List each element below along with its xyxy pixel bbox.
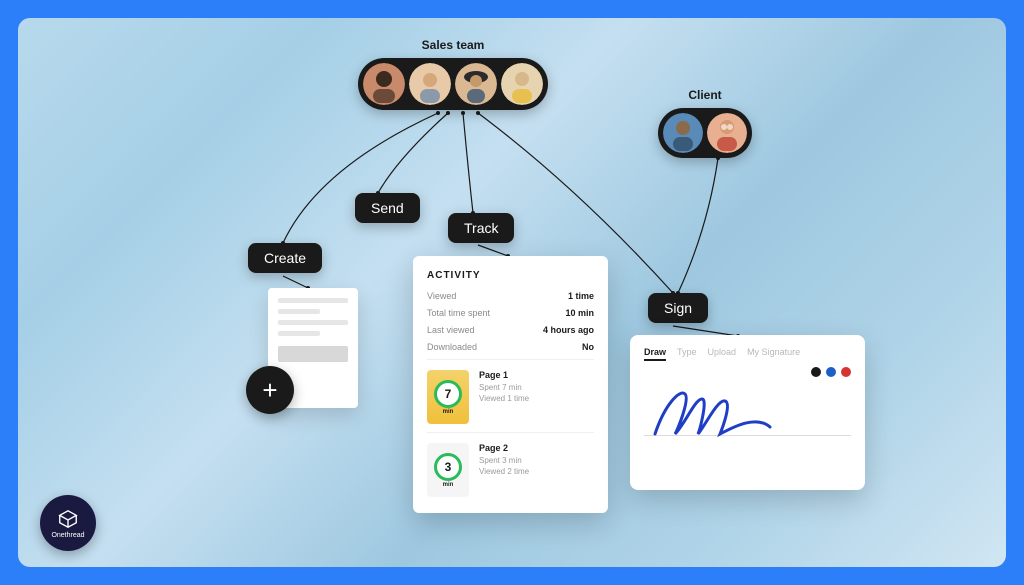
- tab-upload[interactable]: Upload: [708, 347, 737, 361]
- sales-team-group: Sales team: [358, 38, 548, 110]
- page-thumbnail: 3 min: [427, 443, 469, 497]
- create-action-tag: Create: [248, 243, 322, 273]
- stat-row: Viewed 1 time: [427, 291, 594, 301]
- stat-value: No: [582, 342, 594, 352]
- doc-line: [278, 309, 320, 314]
- color-red[interactable]: [841, 367, 851, 377]
- plus-icon: +: [262, 375, 277, 406]
- page-viewed: Viewed 1 time: [479, 394, 529, 403]
- send-action-tag: Send: [355, 193, 420, 223]
- stat-row: Total time spent 10 min: [427, 308, 594, 318]
- avatar: [707, 113, 747, 153]
- logo-text: Onethread: [51, 532, 84, 539]
- color-black[interactable]: [811, 367, 821, 377]
- avatar: [409, 63, 451, 105]
- signature-tabs: Draw Type Upload My Signature: [644, 347, 851, 361]
- activity-card[interactable]: ACTIVITY Viewed 1 time Total time spent …: [413, 256, 608, 513]
- create-document-card[interactable]: +: [268, 288, 358, 408]
- stat-label: Downloaded: [427, 342, 477, 352]
- color-blue[interactable]: [826, 367, 836, 377]
- page-spent: Spent 3 min: [479, 456, 529, 465]
- add-document-button[interactable]: +: [246, 366, 294, 414]
- page-thumbnail: 7 min: [427, 370, 469, 424]
- sign-action-tag: Sign: [648, 293, 708, 323]
- tab-my-signature[interactable]: My Signature: [747, 347, 800, 361]
- stat-label: Viewed: [427, 291, 456, 301]
- tab-type[interactable]: Type: [677, 347, 697, 361]
- page-viewed: Viewed 2 time: [479, 467, 529, 476]
- page-info: Page 2 Spent 3 min Viewed 2 time: [479, 443, 529, 497]
- time-ring: 7: [434, 380, 462, 408]
- page-spent: Spent 7 min: [479, 383, 529, 392]
- client-avatars: [658, 108, 752, 158]
- signature-drawing: [650, 379, 780, 449]
- logo-icon: [57, 508, 79, 530]
- page-name: Page 2: [479, 443, 529, 453]
- time-ring: 3: [434, 453, 462, 481]
- signature-card[interactable]: Draw Type Upload My Signature: [630, 335, 865, 490]
- avatar: [455, 63, 497, 105]
- stat-row: Downloaded No: [427, 342, 594, 352]
- onethread-logo: Onethread: [40, 495, 96, 551]
- page-info: Page 1 Spent 7 min Viewed 1 time: [479, 370, 529, 424]
- stat-label: Total time spent: [427, 308, 490, 318]
- track-action-tag: Track: [448, 213, 514, 243]
- time-unit: min: [443, 482, 454, 488]
- stat-label: Last viewed: [427, 325, 475, 335]
- client-group: Client: [658, 88, 752, 158]
- doc-line: [278, 331, 320, 336]
- tab-draw[interactable]: Draw: [644, 347, 666, 361]
- doc-line: [278, 320, 348, 325]
- stat-value: 4 hours ago: [543, 325, 594, 335]
- avatar: [363, 63, 405, 105]
- doc-line: [278, 298, 348, 303]
- canvas: Sales team Client Create Send Track Sign…: [18, 18, 1006, 567]
- stat-row: Last viewed 4 hours ago: [427, 325, 594, 335]
- page-item[interactable]: 7 min Page 1 Spent 7 min Viewed 1 time: [427, 359, 594, 426]
- stat-value: 1 time: [568, 291, 594, 301]
- stat-value: 10 min: [565, 308, 594, 318]
- page-name: Page 1: [479, 370, 529, 380]
- sales-team-label: Sales team: [358, 38, 548, 52]
- avatar: [663, 113, 703, 153]
- activity-title: ACTIVITY: [427, 270, 594, 281]
- doc-block: [278, 346, 348, 362]
- avatar: [501, 63, 543, 105]
- client-label: Client: [658, 88, 752, 102]
- page-item[interactable]: 3 min Page 2 Spent 3 min Viewed 2 time: [427, 432, 594, 499]
- sales-team-avatars: [358, 58, 548, 110]
- time-unit: min: [443, 409, 454, 415]
- color-picker: [644, 367, 851, 377]
